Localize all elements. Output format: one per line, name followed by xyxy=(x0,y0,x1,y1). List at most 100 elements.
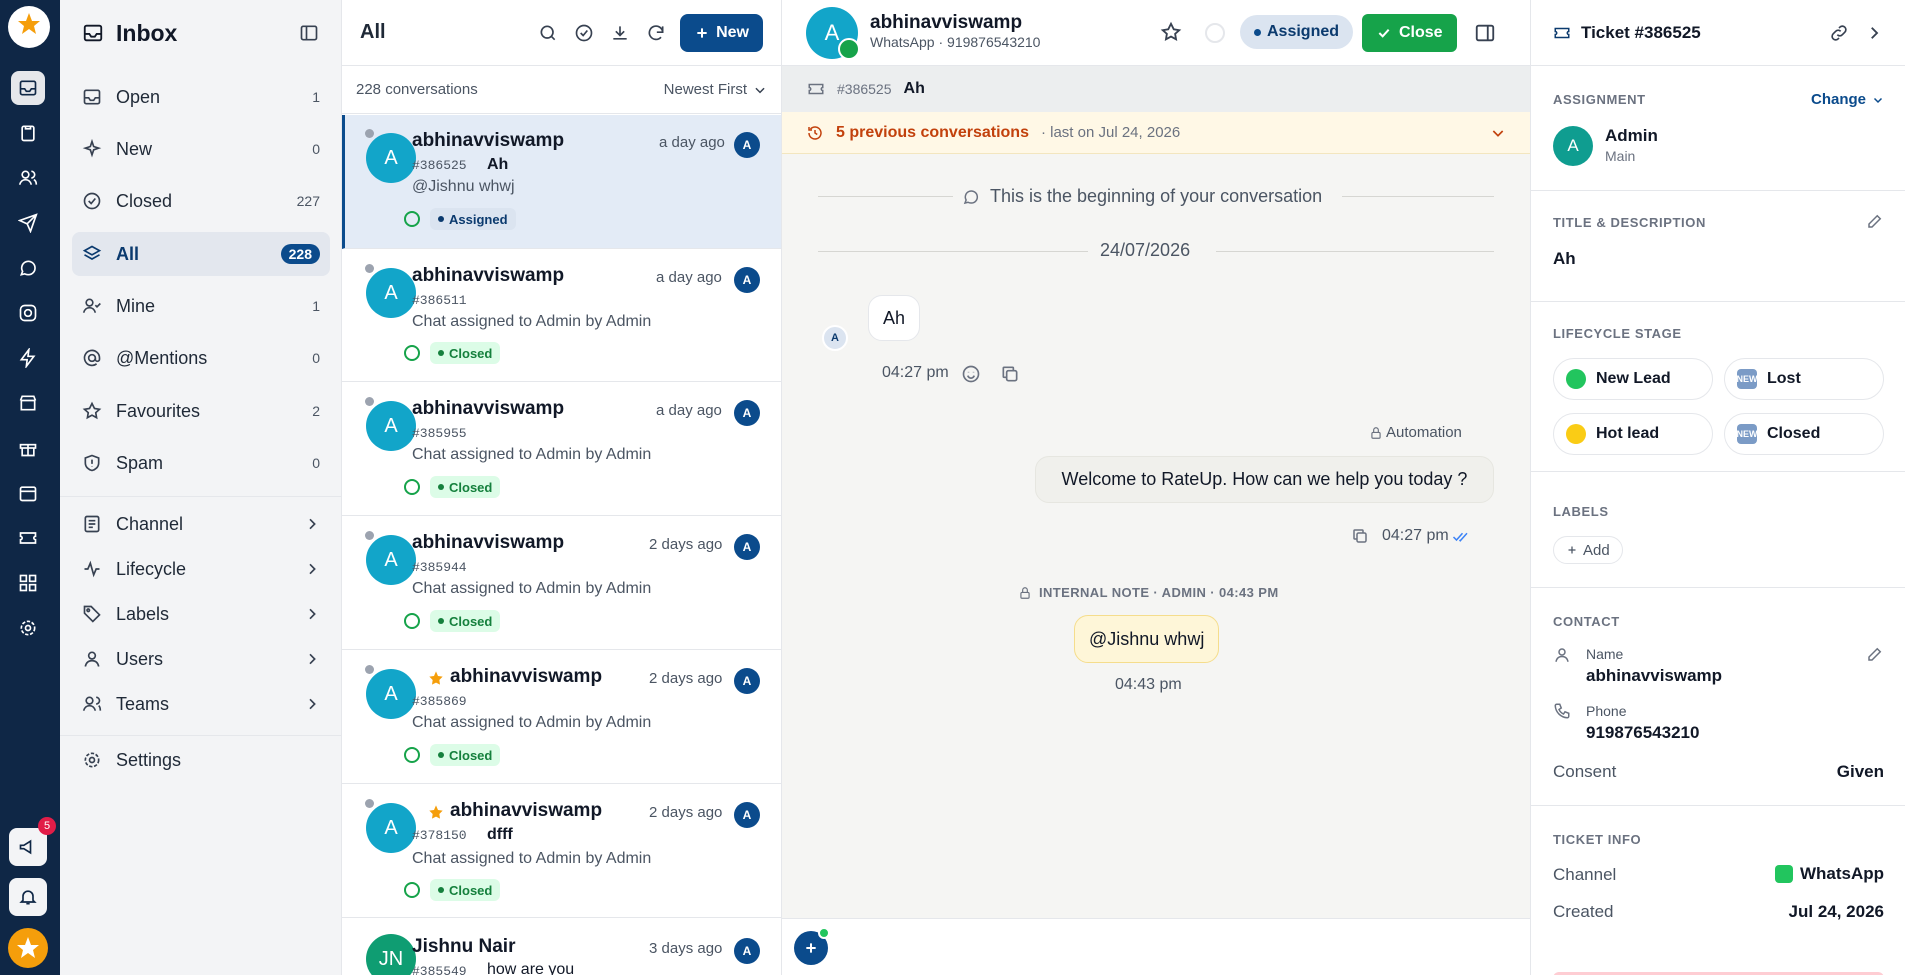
edit-pencil-icon[interactable] xyxy=(1866,645,1884,663)
ticket-icon[interactable] xyxy=(11,521,45,555)
search-icon[interactable] xyxy=(530,15,566,51)
collapse-sidebar-icon[interactable] xyxy=(299,23,319,43)
notifications-bell-icon[interactable] xyxy=(9,878,47,916)
sidebar-item-label: Open xyxy=(116,86,161,107)
status-dropdown[interactable]: Assigned xyxy=(1240,15,1354,49)
outgoing-message[interactable]: Welcome to RateUp. How can we help you t… xyxy=(1035,456,1494,503)
sidebar-item-closed[interactable]: Closed 227 xyxy=(72,179,330,223)
chevron-down-icon xyxy=(1492,129,1504,137)
add-label-button[interactable]: Add xyxy=(1553,536,1623,564)
automation-bolt-icon[interactable] xyxy=(11,341,45,375)
copy-icon[interactable] xyxy=(1351,527,1369,545)
edit-pencil-icon[interactable] xyxy=(1866,212,1884,230)
assignee-avatar: A xyxy=(1553,126,1593,166)
sidebar-item-settings[interactable]: Settings xyxy=(72,738,330,782)
sidebar-item-new[interactable]: New 0 xyxy=(72,127,330,171)
toggle-details-panel-icon[interactable] xyxy=(1474,22,1496,44)
select-check-icon[interactable] xyxy=(566,15,602,51)
sidebar-group-users[interactable]: Users xyxy=(72,637,330,681)
sidebar-item-label: @Mentions xyxy=(116,347,208,368)
phone-icon xyxy=(1554,703,1570,719)
apps-grid-icon[interactable] xyxy=(11,566,45,600)
sidebar-item-label: Closed xyxy=(116,190,173,211)
whatsapp-icon[interactable] xyxy=(11,251,45,285)
sidebar-item-all[interactable]: All 228 xyxy=(72,232,330,276)
assignee-avatar: A xyxy=(734,668,760,694)
gift-icon[interactable] xyxy=(11,431,45,465)
sidebar-item-count: 1 xyxy=(312,89,320,105)
chevron-right-icon[interactable] xyxy=(1865,24,1883,42)
sidebar-group-teams[interactable]: Teams xyxy=(72,682,330,726)
contact-phone-label: Phone xyxy=(1586,703,1627,719)
avatar: A xyxy=(366,268,416,318)
whatsapp-icon xyxy=(838,38,860,60)
sidebar-group-labels[interactable]: Labels xyxy=(72,592,330,636)
close-conversation-button[interactable]: Close xyxy=(1362,14,1457,52)
list-item[interactable]: A abhinavviswamp 2 days ago A #378150 df… xyxy=(342,784,781,918)
sort-dropdown[interactable]: Newest First xyxy=(664,81,767,98)
sidebar-divider xyxy=(60,735,341,736)
lifecycle-stage-new-lead[interactable]: New Lead xyxy=(1553,358,1713,400)
chevron-right-icon xyxy=(309,563,316,575)
internal-note[interactable]: @Jishnu whwj xyxy=(1074,615,1220,663)
announcements-megaphone-icon[interactable] xyxy=(9,828,47,866)
refresh-icon[interactable] xyxy=(638,15,674,51)
copy-icon[interactable] xyxy=(1000,364,1020,384)
previous-conversations-banner[interactable]: 5 previous conversations · last on Jul 2… xyxy=(782,112,1530,154)
lifecycle-stage-lost[interactable]: NEW Lost xyxy=(1724,358,1884,400)
copy-link-icon[interactable] xyxy=(1829,23,1849,43)
contact-name: abhinavviswamp xyxy=(450,666,603,687)
online-status-dot xyxy=(818,927,830,939)
list-item[interactable]: A abhinavviswamp 2 days ago A #385944 Ch… xyxy=(342,516,781,650)
inbox-icon[interactable] xyxy=(11,71,45,105)
clipboard-icon[interactable] xyxy=(11,116,45,150)
list-item[interactable]: JN Jishnu Nair 3 days ago A #385549 how … xyxy=(342,918,781,975)
sidebar-item-mine[interactable]: Mine 1 xyxy=(72,284,330,328)
instagram-icon[interactable] xyxy=(11,296,45,330)
assignee-avatar: A xyxy=(734,802,760,828)
incoming-message[interactable]: Ah xyxy=(868,295,921,341)
notification-badge: 5 xyxy=(38,817,56,835)
chevron-right-icon xyxy=(309,698,316,710)
assignee-team: Main xyxy=(1605,148,1636,164)
list-item[interactable]: A abhinavviswamp a day ago A #386525 Ah … xyxy=(342,115,781,249)
unread-dot xyxy=(365,665,374,674)
inbox-icon xyxy=(83,89,101,105)
sidebar-item-favourites[interactable]: Favourites 2 xyxy=(72,389,330,433)
message-preview: Chat assigned to Admin by Admin xyxy=(412,850,652,867)
sidebar-item-label: Spam xyxy=(116,452,164,473)
section-heading: LIFECYCLE STAGE xyxy=(1553,326,1682,341)
chevron-right-icon xyxy=(309,608,316,620)
assignee-name: Admin xyxy=(1605,126,1658,145)
sidebar-item-spam[interactable]: Spam 0 xyxy=(72,441,330,485)
sidebar-item-label: All xyxy=(116,243,140,264)
list-item[interactable]: A abhinavviswamp a day ago A #385955 Cha… xyxy=(342,382,781,516)
sidebar-item-count: 227 xyxy=(296,193,320,209)
react-emoji-icon[interactable] xyxy=(961,364,981,384)
list-item[interactable]: A abhinavviswamp 2 days ago A #385869 Ch… xyxy=(342,650,781,784)
lifecycle-stage-hot-lead[interactable]: Hot lead xyxy=(1553,413,1713,455)
status-badge: Closed xyxy=(430,610,501,632)
send-icon[interactable] xyxy=(11,206,45,240)
sidebar-item-open[interactable]: Open 1 xyxy=(72,75,330,119)
rateup-logo[interactable] xyxy=(8,6,50,48)
sidebar-group-lifecycle[interactable]: Lifecycle xyxy=(72,547,330,591)
list-item[interactable]: A abhinavviswamp a day ago A #386511 Cha… xyxy=(342,249,781,382)
contacts-icon[interactable] xyxy=(11,161,45,195)
sidebar-item-mentions[interactable]: @Mentions 0 xyxy=(72,336,330,380)
calendar-icon[interactable] xyxy=(11,476,45,510)
plus-icon xyxy=(1568,546,1576,554)
change-assignment-button[interactable]: Change xyxy=(1811,91,1884,108)
store-icon[interactable] xyxy=(11,386,45,420)
new-conversation-button[interactable]: New xyxy=(680,13,763,52)
download-icon[interactable] xyxy=(602,15,638,51)
favourite-star-icon[interactable] xyxy=(1160,21,1182,43)
settings-gear-icon[interactable] xyxy=(11,611,45,645)
assignee-avatar: A xyxy=(734,132,760,158)
created-label: Created xyxy=(1553,902,1614,921)
check-circle-icon xyxy=(83,192,101,210)
lifecycle-stage-closed[interactable]: NEW Closed xyxy=(1724,413,1884,455)
favourite-star-icon xyxy=(429,671,443,685)
user-avatar[interactable] xyxy=(8,928,48,968)
sidebar-group-channel[interactable]: Channel xyxy=(72,502,330,546)
